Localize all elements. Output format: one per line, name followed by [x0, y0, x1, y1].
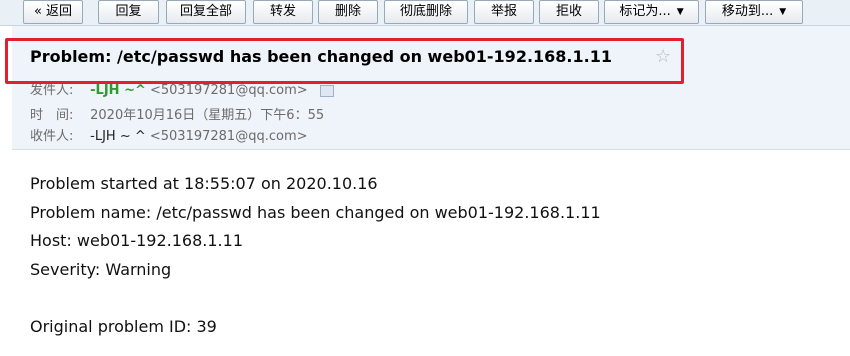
time-row: 时 间: 2020年10月16日（星期五）下午6：55	[30, 104, 324, 123]
delete-button[interactable]: 删除	[318, 0, 378, 24]
back-button[interactable]: « 返回	[23, 0, 83, 24]
sender-address: <503197281@qq.com>	[150, 83, 308, 98]
chevron-down-icon: ▼	[676, 7, 684, 17]
move-to-dropdown[interactable]: 移动到... ▼	[705, 0, 803, 24]
move-to-label: 移动到...	[721, 4, 774, 19]
reply-all-button[interactable]: 回复全部	[166, 0, 246, 24]
chevron-down-icon: ▼	[779, 7, 787, 17]
star-icon[interactable]: ☆	[655, 46, 671, 67]
recipient-name[interactable]: -LJH ~ ^	[90, 129, 146, 144]
reject-button[interactable]: 拒收	[539, 0, 599, 24]
delete-permanently-button[interactable]: 彻底删除	[384, 0, 468, 24]
report-button[interactable]: 举报	[474, 0, 534, 24]
recipient-address: <503197281@qq.com>	[149, 129, 308, 144]
sender-name[interactable]: -LJH ~^	[90, 83, 146, 98]
body-line-severity: Severity: Warning	[30, 260, 172, 279]
to-label: 收件人:	[30, 129, 74, 144]
time-label: 时 间:	[30, 108, 74, 123]
body-line-problem-id: Original problem ID: 39	[30, 317, 217, 336]
forward-button[interactable]: 转发	[253, 0, 313, 24]
reply-button[interactable]: 回复	[98, 0, 159, 24]
mark-as-label: 标记为...	[619, 4, 671, 19]
time-value: 2020年10月16日（星期五）下午6：55	[90, 108, 325, 123]
body-line-problem-name: Problem name: /etc/passwd has been chang…	[30, 203, 601, 222]
email-subject: Problem: /etc/passwd has been changed on…	[30, 47, 612, 66]
body-line-host: Host: web01-192.168.1.11	[30, 231, 243, 250]
mark-as-dropdown[interactable]: 标记为... ▼	[604, 0, 699, 24]
mail-toolbar: « 返回 回复 回复全部 转发 删除 彻底删除 举报 拒收 标记为... ▼ 移动…	[0, 0, 850, 26]
body-line-problem-started: Problem started at 18:55:07 on 2020.10.1…	[30, 174, 378, 193]
contact-card-icon[interactable]	[319, 84, 334, 97]
to-row: 收件人: -LJH ~ ^ <503197281@qq.com>	[30, 125, 308, 144]
